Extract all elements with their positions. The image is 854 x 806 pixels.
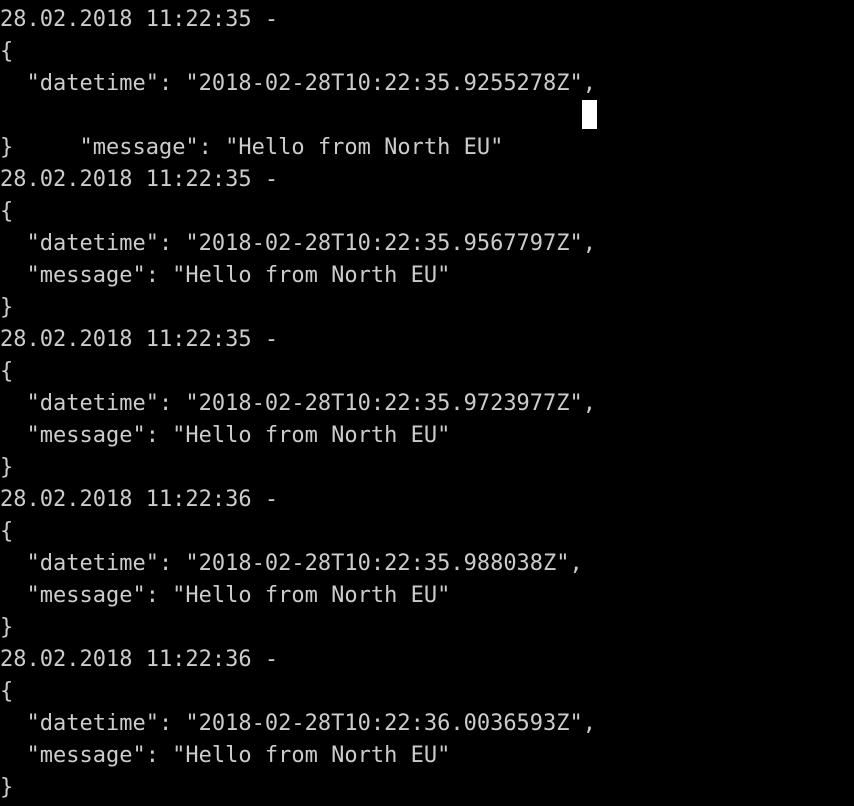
log-timestamp-line: 28.02.2018 11:22:36 -	[0, 647, 279, 672]
json-message-line: "message": "Hello from North EU"	[0, 263, 451, 288]
log-timestamp-line: 28.02.2018 11:22:35 -	[0, 167, 279, 192]
json-datetime-line: "datetime": "2018-02-28T10:22:36.0036593…	[0, 711, 597, 736]
json-message-line: "message": "Hello from North EU"	[0, 100, 854, 160]
json-datetime-line: "datetime": "2018-02-28T10:22:35.9567797…	[0, 231, 597, 256]
log-timestamp-line: 28.02.2018 11:22:36 -	[0, 487, 279, 512]
json-close-brace: }	[0, 455, 14, 480]
log-timestamp-line: 28.02.2018 11:22:35 -	[0, 327, 279, 352]
json-open-brace: {	[0, 39, 14, 64]
json-message-line: "message": "Hello from North EU"	[0, 423, 451, 448]
terminal-output[interactable]: 28.02.2018 11:22:35 - { "datetime": "201…	[0, 4, 854, 804]
json-datetime-line: "datetime": "2018-02-28T10:22:35.988038Z…	[0, 551, 583, 576]
log-timestamp-line: 28.02.2018 11:22:35 -	[0, 7, 279, 32]
text-cursor	[582, 100, 597, 129]
json-close-brace: }	[0, 135, 14, 160]
json-close-brace: }	[0, 615, 14, 640]
json-open-brace: {	[0, 679, 14, 704]
json-datetime-line: "datetime": "2018-02-28T10:22:35.9255278…	[0, 71, 597, 96]
json-open-brace: {	[0, 519, 14, 544]
json-message-line: "message": "Hello from North EU"	[0, 583, 451, 608]
json-open-brace: {	[0, 359, 14, 384]
json-message-line: "message": "Hello from North EU"	[0, 743, 451, 768]
json-close-brace: }	[0, 775, 14, 800]
json-open-brace: {	[0, 199, 14, 224]
json-close-brace: }	[0, 295, 14, 320]
json-datetime-line: "datetime": "2018-02-28T10:22:35.9723977…	[0, 391, 597, 416]
